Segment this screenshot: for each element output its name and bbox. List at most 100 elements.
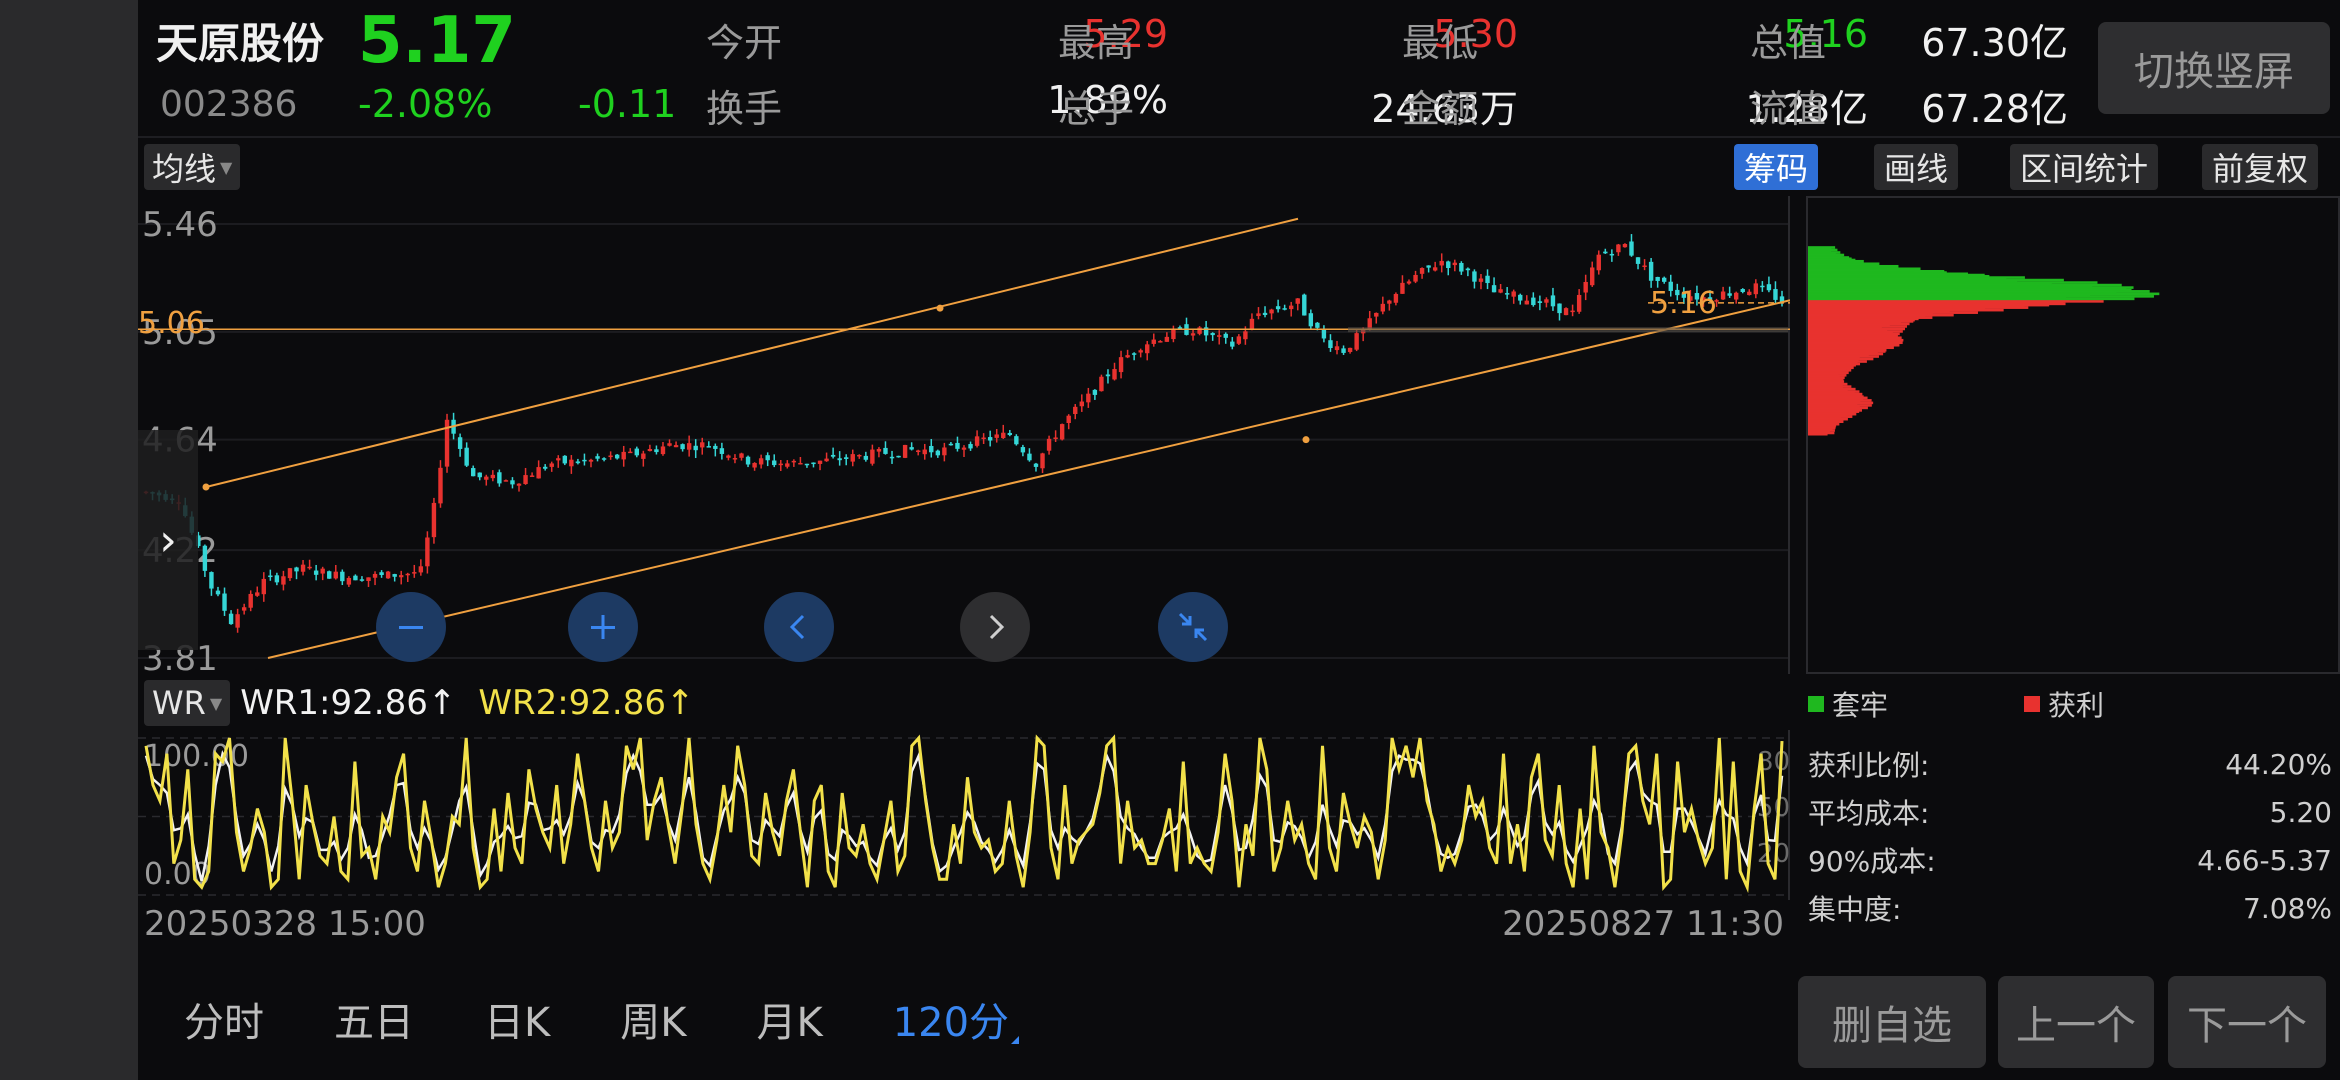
y-tick-label: 5.46 — [142, 205, 218, 245]
chevron-left-icon — [789, 614, 805, 640]
candle-body — [1740, 289, 1745, 293]
float-value: 67.28亿 — [1921, 87, 2068, 131]
candle-body — [333, 571, 338, 579]
stat-value: 5.20 — [2269, 795, 2332, 829]
period-tabs: 分时 五日 日K 周K 月K 120分 — [184, 990, 1079, 1048]
zoom-out-button[interactable] — [376, 592, 446, 662]
indicator-selector[interactable]: WR ▼ — [144, 680, 231, 726]
candle-body — [588, 459, 594, 462]
candle-body — [549, 463, 554, 467]
candle-body — [935, 450, 941, 456]
candle-body — [215, 590, 221, 595]
candle-body — [647, 449, 653, 452]
candle-body — [1760, 285, 1765, 288]
stat-value: 7.08% — [2243, 891, 2332, 925]
left-edge-strip — [0, 0, 138, 1080]
candle-body — [1603, 251, 1608, 254]
tab-five-day[interactable]: 五日 — [334, 990, 414, 1048]
candle-body — [1590, 267, 1595, 286]
candle-body — [1733, 292, 1739, 300]
candle-body — [1223, 333, 1228, 338]
zoom-in-button[interactable] — [568, 592, 638, 662]
tab-intraday[interactable]: 分时 — [184, 990, 264, 1048]
legend-swatch-red — [2024, 696, 2040, 712]
candle-body — [575, 461, 581, 464]
candle-body — [863, 455, 869, 460]
candle-body — [1145, 344, 1150, 354]
candle-body — [1432, 267, 1438, 271]
candle-body — [477, 472, 482, 478]
wr2-value: WR2:92.86↑ — [478, 683, 695, 723]
remove-watchlist-button[interactable]: 删自选 — [1798, 976, 1986, 1068]
candle-body — [1164, 336, 1170, 342]
adjust-button[interactable]: 前复权 — [2202, 144, 2319, 190]
candle-body — [1138, 350, 1143, 353]
candle-body — [340, 571, 345, 582]
candle-body — [1616, 244, 1621, 253]
candle-body — [412, 572, 417, 574]
header-divider — [138, 136, 2340, 138]
candle-body — [307, 566, 312, 569]
tab-weekly-k[interactable]: 周K — [620, 990, 686, 1048]
candle-body — [726, 455, 731, 458]
candle-body — [1596, 254, 1601, 271]
candle-body — [261, 578, 266, 595]
wr-right-tick-20: 20 — [1757, 839, 1790, 869]
collapse-button[interactable] — [1158, 592, 1228, 662]
scroll-right-button[interactable] — [960, 592, 1030, 662]
candle-body — [385, 571, 391, 579]
candle-body — [641, 453, 646, 459]
candle-body — [366, 577, 371, 581]
open-label: 今开 — [706, 21, 783, 65]
trend-anchor-point — [1302, 436, 1310, 444]
turnover-label: 换手 — [706, 87, 783, 131]
candle-body — [994, 434, 999, 438]
switch-portrait-button[interactable]: 切换竖屏 — [2098, 22, 2330, 114]
candle-body — [752, 462, 757, 468]
candle-body — [1439, 260, 1444, 266]
candle-body — [1563, 308, 1569, 316]
candle-body — [202, 545, 208, 571]
candle-body — [1609, 253, 1615, 256]
previous-stock-button[interactable]: 上一个 — [1998, 976, 2154, 1068]
indicator-name: WR — [152, 684, 206, 722]
tab-120-minute[interactable]: 120分 — [893, 990, 1020, 1048]
candle-body — [1393, 293, 1399, 303]
candle-body — [1511, 291, 1516, 297]
candle-body — [1374, 312, 1379, 317]
candle-body — [1518, 294, 1523, 301]
candle-body — [608, 455, 613, 458]
candle-body — [1282, 308, 1287, 310]
chip-bars — [1808, 246, 2160, 436]
candle-body — [1550, 295, 1556, 307]
candle-body — [1465, 268, 1471, 271]
candle-body — [1099, 376, 1104, 392]
ma-selector[interactable]: 均线 ▼ — [144, 144, 241, 190]
stat-label: 平均成本: — [1808, 797, 1930, 830]
draw-line-button[interactable]: 画线 — [1874, 144, 1959, 190]
tab-monthly-k[interactable]: 月K — [756, 990, 822, 1048]
scroll-left-button[interactable] — [764, 592, 834, 662]
wr1-value: WR1:92.86↑ — [240, 683, 457, 723]
wr-indicator-header: WR ▼ WR1:92.86↑ WR2:92.86↑ — [144, 680, 695, 726]
stat-value: 4.66-5.37 — [2197, 843, 2332, 877]
candle-body — [1059, 424, 1065, 440]
expand-panel-handle[interactable]: › — [138, 430, 198, 650]
candle-body — [582, 459, 587, 462]
candle-body — [1642, 265, 1647, 268]
range-stats-button[interactable]: 区间统计 — [2010, 144, 2159, 190]
candle-body — [1040, 453, 1045, 469]
stat-label: 获利比例: — [1808, 749, 1930, 782]
tab-daily-k[interactable]: 日K — [484, 990, 550, 1048]
candle-body — [680, 444, 685, 450]
candle-body — [719, 448, 725, 454]
candle-body — [510, 480, 515, 485]
next-stock-button[interactable]: 下一个 — [2168, 976, 2326, 1068]
candle-body — [556, 458, 561, 461]
candle-body — [987, 437, 993, 441]
candle-body — [654, 449, 659, 453]
candle-body — [791, 460, 797, 463]
low-label: 最低 — [1402, 21, 1479, 65]
chips-button[interactable]: 筹码 — [1734, 144, 1819, 190]
candle-body — [628, 451, 633, 454]
